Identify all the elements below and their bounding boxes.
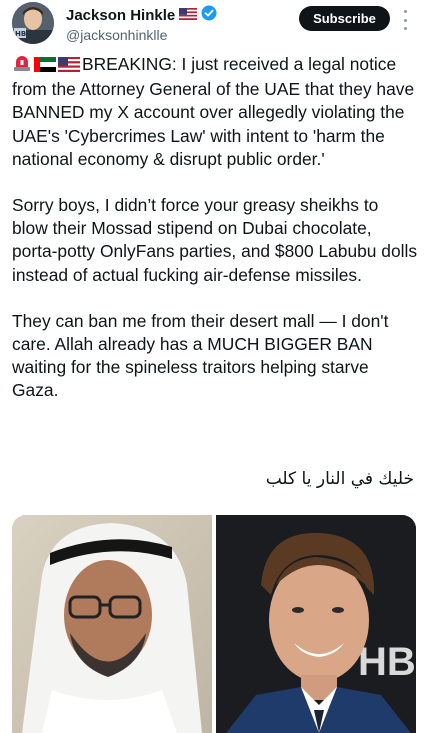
svg-text:HB: HB — [15, 30, 26, 38]
post-paragraph: They can ban me from their desert mall —… — [12, 310, 389, 401]
author-avatar[interactable]: HB — [12, 2, 54, 44]
photo-of-man-in-white-ghutra[interactable] — [12, 515, 212, 733]
post-text: BREAKING: I just received a legal notice… — [12, 53, 418, 426]
author-handle[interactable]: @jacksonhinklle — [66, 27, 217, 43]
us-flag-icon — [179, 7, 198, 25]
verified-badge-icon — [201, 5, 217, 26]
post-paragraph: Sorry boys, I didn’t force your greasy s… — [12, 195, 418, 285]
author-info[interactable]: Jackson Hinkle @jacksonhinklle — [66, 5, 217, 43]
more-vertical-icon[interactable] — [398, 10, 412, 30]
author-name[interactable]: Jackson Hinkle — [66, 7, 175, 24]
uae-flag-emoji — [34, 55, 56, 78]
post-media[interactable]: HB — [12, 515, 416, 733]
post-paragraph: BREAKING: I just received a legal notice… — [12, 53, 418, 171]
arabic-line: خليك في النار يا كلب — [265, 469, 414, 489]
subscribe-button[interactable]: Subscribe — [299, 6, 390, 31]
police-light-emoji — [12, 54, 32, 78]
photo-of-smiling-man-in-suit[interactable]: HB — [216, 515, 416, 733]
svg-text:HB: HB — [358, 640, 416, 684]
avatar-photo: HB — [12, 2, 54, 44]
us-flag-emoji — [58, 55, 80, 78]
